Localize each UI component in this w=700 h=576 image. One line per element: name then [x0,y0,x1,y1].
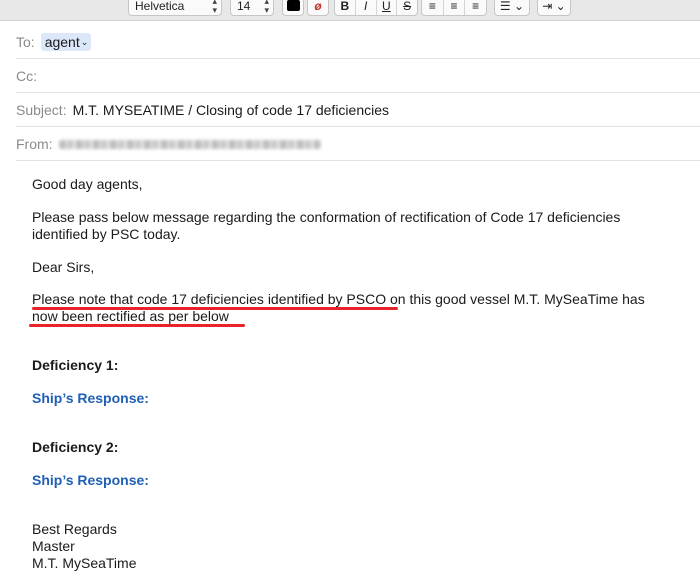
italic-button[interactable]: I [356,0,377,15]
align-center-icon[interactable]: ≡ [444,0,466,15]
text-color-button[interactable] [282,0,304,16]
cc-label: Cc: [16,67,37,84]
bullet-list-icon: ☰ ⌄ [499,0,525,13]
text-style-group: B I U S [334,0,418,16]
strikethrough-button[interactable]: S [397,0,417,15]
signer-vessel: M.T. MySeaTime [32,555,137,571]
subject-value: M.T. MYSEATIME / Closing of code 17 defi… [72,101,390,118]
updown-chevron-icon: ▴ ▾ [264,0,269,15]
color-swatch [287,0,300,11]
to-label: To: [16,33,35,50]
format-toolbar: Helvetica ▴ ▾ 14 ▴ ▾ ø B I U S ≡ ≡ ≡ ☰ ⌄ ⇥… [0,0,700,21]
indent-icon: ⇥ ⌄ [542,0,566,13]
subject-field[interactable]: Subject: M.T. MYSEATIME / Closing of cod… [16,93,700,127]
cc-field[interactable]: Cc: [16,59,700,93]
greeting: Good day agents, [32,176,143,192]
font-family-select[interactable]: Helvetica ▴ ▾ [128,0,222,16]
updown-chevron-icon: ▴ ▾ [212,0,217,15]
from-field[interactable]: From: [16,127,700,161]
font-family-value: Helvetica [135,0,185,13]
redacted-sender-address [58,140,321,149]
background-color-button[interactable]: ø [307,0,329,16]
bold-button[interactable]: B [335,0,356,15]
font-size-value: 14 [237,0,251,13]
align-left-icon[interactable]: ≡ [422,0,444,15]
salutation: Dear Sirs, [32,259,95,275]
ships-response-1: Ship’s Response: [32,390,149,406]
red-underline-annotation [29,324,245,327]
alignment-group: ≡ ≡ ≡ [421,0,487,16]
recipient-token[interactable]: agent⌄ [40,32,92,51]
closing: Best Regards [32,521,117,537]
underline-button[interactable]: U [377,0,398,15]
to-field[interactable]: To: agent⌄ [16,25,700,59]
ships-response-2: Ship’s Response: [32,472,149,488]
align-right-icon[interactable]: ≡ [465,0,486,15]
chevron-down-icon: ⌄ [80,36,89,47]
deficiency-1-heading: Deficiency 1: [32,357,119,373]
no-color-icon: ø [314,0,322,13]
intro-paragraph: Please pass below message regarding the … [32,209,621,242]
red-underline-annotation [32,307,398,310]
indent-button[interactable]: ⇥ ⌄ [537,0,571,16]
list-button[interactable]: ☰ ⌄ [494,0,530,16]
subject-label: Subject: [16,101,67,118]
from-label: From: [16,135,53,152]
recipient-name: agent [44,33,80,50]
signer-title: Master [32,538,75,554]
deficiency-2-heading: Deficiency 2: [32,439,119,455]
font-size-select[interactable]: 14 ▴ ▾ [230,0,274,16]
